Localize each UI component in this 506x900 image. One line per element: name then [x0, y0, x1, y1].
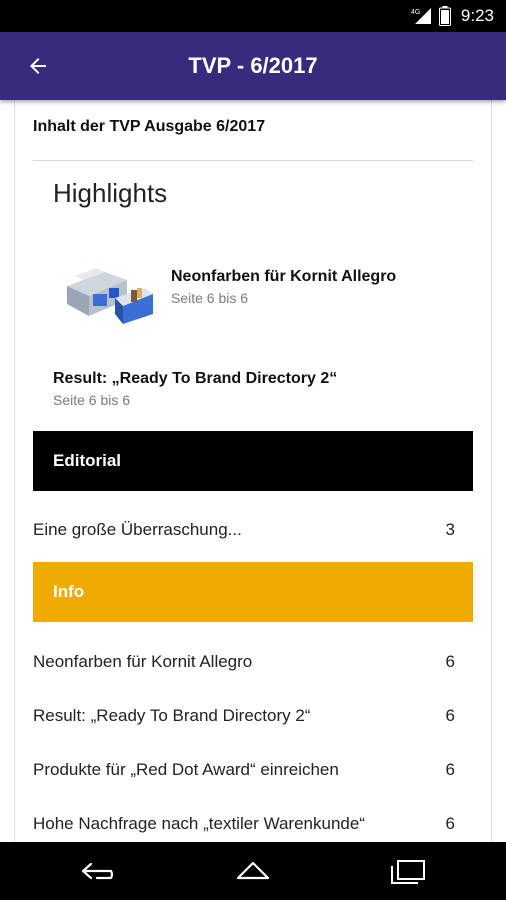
divider	[33, 160, 473, 161]
toc-entry-page: 6	[445, 652, 455, 671]
back-nav-icon	[81, 862, 114, 880]
status-icons: 4G 9:23	[411, 5, 494, 27]
recents-nav-button[interactable]	[378, 850, 438, 892]
toc-row[interactable]: Result: „Ready To Brand Directory 2“ 6	[33, 701, 473, 731]
toc-entry-page: 6	[445, 706, 455, 725]
toc-entry-title: Hohe Nachfrage nach „textiler Warenkunde…	[33, 814, 365, 833]
toc-entry-title: Result: „Ready To Brand Directory 2“	[33, 706, 311, 725]
toc-row[interactable]: Hohe Nachfrage nach „textiler Warenkunde…	[33, 809, 473, 839]
signal-icon: 4G	[411, 8, 431, 24]
page-title: TVP - 6/2017	[188, 53, 318, 78]
status-time: 9:23	[460, 6, 494, 25]
highlight-thumbnail	[67, 268, 153, 324]
toc-entry-page: 6	[445, 814, 455, 833]
highlight-item[interactable]: Result: „Ready To Brand Directory 2“ Sei…	[53, 370, 473, 408]
section-header-info: Info	[33, 562, 473, 622]
app-bar: TVP - 6/2017	[0, 32, 506, 100]
toc-entry-page: 6	[445, 760, 455, 779]
highlight-title: Result: „Ready To Brand Directory 2“	[53, 370, 338, 387]
home-nav-button[interactable]	[223, 850, 283, 892]
back-nav-button[interactable]	[70, 850, 130, 892]
arrow-back-icon	[30, 58, 46, 74]
svg-text:4G: 4G	[411, 9, 420, 16]
toc-row[interactable]: Produkte für „Red Dot Award“ einreichen …	[33, 755, 473, 785]
section-header-editorial: Editorial	[33, 431, 473, 491]
recents-nav-icon	[391, 860, 425, 884]
toc-entry-title: Neonfarben für Kornit Allegro	[33, 652, 253, 671]
home-nav-icon	[236, 861, 270, 880]
toc-row[interactable]: Neonfarben für Kornit Allegro 6	[33, 647, 473, 677]
highlight-item[interactable]: Neonfarben für Kornit Allegro Seite 6 bi…	[171, 268, 473, 306]
toc-entry-title: Produkte für „Red Dot Award“ einreichen	[33, 760, 339, 779]
highlight-title: Neonfarben für Kornit Allegro	[171, 268, 397, 285]
highlight-pages: Seite 6 bis 6	[171, 290, 249, 306]
navigation-bar	[0, 842, 506, 900]
toc-entry-title: Eine große Überraschung...	[33, 520, 242, 539]
content-area[interactable]: Inhalt der TVP Ausgabe 6/2017 Highlights…	[0, 100, 506, 842]
highlights-title: Highlights	[53, 178, 168, 208]
status-bar: 4G 9:23	[0, 0, 506, 32]
battery-icon	[438, 6, 451, 26]
issue-heading: Inhalt der TVP Ausgabe 6/2017	[33, 118, 266, 135]
toc-row[interactable]: Eine große Überraschung... 3	[33, 515, 473, 545]
toc-card: Inhalt der TVP Ausgabe 6/2017 Highlights…	[14, 100, 492, 842]
highlight-pages: Seite 6 bis 6	[53, 392, 131, 408]
toc-entry-page: 3	[445, 520, 455, 539]
back-button[interactable]	[14, 44, 62, 88]
